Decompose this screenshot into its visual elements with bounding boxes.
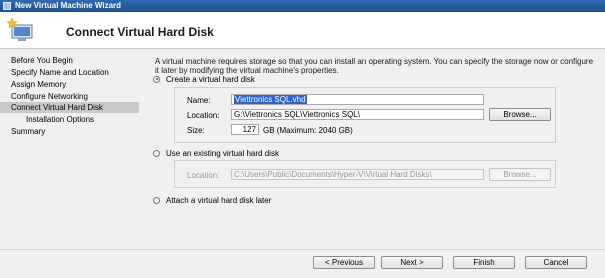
existing-location-input[interactable]: C:\Users\Public\Documents\Hyper-V\Virtua…: [231, 169, 484, 180]
nav-item-assign-memory[interactable]: Assign Memory: [0, 79, 139, 90]
virtual-machine-icon: [6, 17, 33, 41]
existing-browse-button[interactable]: Browse...: [489, 168, 551, 181]
browse-button[interactable]: Browse...: [489, 108, 551, 121]
vhd-size-input[interactable]: 127: [231, 124, 259, 135]
page-title: Connect Virtual Hard Disk: [66, 25, 214, 39]
location-label: Location:: [187, 111, 220, 120]
vhd-location-input[interactable]: G:\Viettronics SQL\Viettronics SQL\: [231, 109, 484, 120]
previous-button[interactable]: < Previous: [313, 256, 375, 269]
wizard-window-icon: [3, 2, 11, 10]
vhd-name-value: Viettronics SQL.vhd: [234, 95, 307, 104]
window-title: New Virtual Machine Wizard: [15, 1, 122, 10]
nav-item-before-you-begin[interactable]: Before You Begin: [0, 55, 139, 66]
nav-item-configure-networking[interactable]: Configure Networking: [0, 91, 139, 102]
attach-later-radio[interactable]: [153, 196, 160, 204]
main-content: A virtual machine requires storage so th…: [141, 49, 605, 249]
wizard-steps-nav: Before You Begin Specify Name and Locati…: [0, 49, 139, 249]
title-bar: New Virtual Machine Wizard: [0, 0, 605, 12]
wizard-footer: < Previous Next > Finish Cancel: [0, 250, 605, 278]
existing-location-label: Location:: [187, 171, 220, 180]
finish-button[interactable]: Finish: [453, 256, 515, 269]
create-vhd-option[interactable]: Create a virtual hard disk: [153, 74, 255, 84]
create-vhd-group: Name: Viettronics SQL.vhd Location: G:\V…: [174, 87, 556, 143]
create-vhd-label: Create a virtual hard disk: [166, 74, 255, 84]
nav-item-summary[interactable]: Summary: [0, 126, 139, 137]
description-text: A virtual machine requires storage so th…: [155, 57, 594, 75]
vhd-name-input[interactable]: Viettronics SQL.vhd: [231, 94, 484, 105]
attach-later-label: Attach a virtual hard disk later: [166, 195, 272, 205]
next-button[interactable]: Next >: [381, 256, 443, 269]
size-label: Size:: [187, 126, 205, 135]
cancel-button[interactable]: Cancel: [525, 256, 587, 269]
existing-vhd-label: Use an existing virtual hard disk: [166, 148, 279, 158]
name-label: Name:: [187, 96, 211, 105]
size-note: GB (Maximum: 2040 GB): [263, 126, 353, 135]
existing-vhd-group: Location: C:\Users\Public\Documents\Hype…: [174, 160, 556, 188]
nav-item-specify-name-location[interactable]: Specify Name and Location: [0, 67, 139, 78]
existing-vhd-radio[interactable]: [153, 149, 160, 157]
page-header: Connect Virtual Hard Disk: [0, 12, 605, 49]
attach-later-option[interactable]: Attach a virtual hard disk later: [153, 195, 271, 205]
existing-vhd-option[interactable]: Use an existing virtual hard disk: [153, 148, 279, 158]
nav-item-connect-virtual-hard-disk[interactable]: Connect Virtual Hard Disk: [0, 102, 139, 113]
create-vhd-radio[interactable]: [153, 75, 160, 83]
nav-item-installation-options[interactable]: Installation Options: [0, 114, 139, 125]
